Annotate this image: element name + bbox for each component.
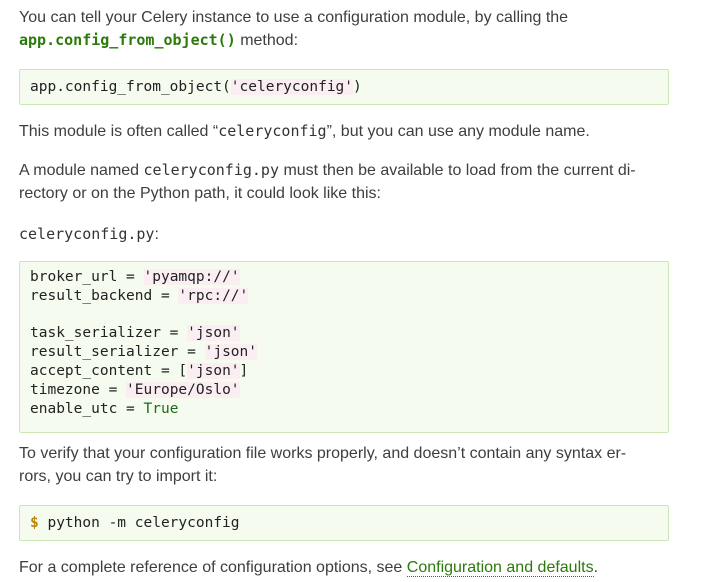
setting-value: 'json' bbox=[204, 344, 257, 361]
setting-value: 'pyamqp://' bbox=[143, 269, 240, 285]
module-name-paragraph: This module is often called “celeryconfi… bbox=[19, 122, 590, 140]
code-string: 'celeryconfig' bbox=[230, 79, 354, 95]
setting-name: enable_utc bbox=[30, 400, 118, 417]
assign-operator: = bbox=[178, 344, 205, 361]
assign-operator: = bbox=[160, 325, 188, 342]
config-line-task-serializer: task_serializer = 'json' bbox=[30, 324, 658, 343]
shell-prompt: $ bbox=[30, 515, 39, 531]
setting-name: task_serializer bbox=[30, 325, 161, 342]
assign-operator: = bbox=[152, 362, 179, 379]
setting-name: timezone bbox=[30, 381, 100, 398]
list-bracket: [ bbox=[178, 362, 188, 379]
verify-paragraph: To verify that your configuration file w… bbox=[19, 445, 627, 485]
filename-code: celeryconfig.py bbox=[19, 225, 155, 243]
code-line: app.config_from_object('celeryconfig') bbox=[30, 79, 362, 95]
config-line-accept-content: accept_content = ['json'] bbox=[30, 362, 658, 381]
load-paragraph: A module named celeryconfig.py must then… bbox=[19, 161, 636, 202]
setting-name: result_serializer bbox=[30, 344, 179, 361]
setting-value: 'json' bbox=[187, 325, 240, 342]
celeryconfig-code: celeryconfig bbox=[218, 122, 327, 140]
setting-name: accept_content bbox=[30, 362, 153, 379]
assign-operator: = bbox=[117, 269, 144, 285]
assign-operator: = bbox=[99, 381, 127, 398]
code-block-config-call[interactable]: app.config_from_object('celeryconfig') bbox=[19, 69, 669, 105]
shell-command-line: $ python -m celeryconfig bbox=[30, 506, 658, 540]
configuration-defaults-link[interactable]: Configuration and defaults bbox=[406, 559, 594, 577]
assign-operator: = bbox=[152, 287, 179, 304]
intro-text: You can tell your Celery instance to use… bbox=[19, 9, 569, 26]
setting-value: 'json' bbox=[187, 362, 240, 379]
setting-value: 'Europe/Oslo' bbox=[126, 381, 240, 398]
config-line-enable-utc: enable_utc = True bbox=[30, 400, 658, 419]
shell-command: python -m celeryconfig bbox=[38, 515, 240, 531]
config-line-broker-url: broker_url = 'pyamqp://' bbox=[30, 268, 658, 287]
config-from-object-code[interactable]: app.config_from_object() bbox=[19, 31, 236, 49]
filename-label: celeryconfig.py: bbox=[19, 225, 159, 243]
reference-paragraph: For a complete reference of configuratio… bbox=[19, 559, 599, 577]
config-line-result-backend: result_backend = 'rpc://' bbox=[30, 287, 658, 306]
setting-value: True bbox=[143, 400, 179, 417]
setting-name: result_backend bbox=[30, 287, 153, 304]
intro-text-after: method: bbox=[235, 32, 299, 49]
assign-operator: = bbox=[117, 400, 144, 417]
code-block-celeryconfig[interactable]: broker_url = 'pyamqp://' result_backend =… bbox=[19, 261, 669, 433]
setting-name: broker_url bbox=[30, 269, 118, 285]
intro-paragraph: You can tell your Celery instance to use… bbox=[19, 6, 669, 52]
code-block-shell-command[interactable]: $ python -m celeryconfig bbox=[19, 505, 669, 541]
config-line-timezone: timezone = 'Europe/Oslo' bbox=[30, 381, 658, 400]
config-line-result-serializer: result_serializer = 'json' bbox=[30, 343, 658, 362]
list-bracket: ] bbox=[239, 362, 249, 379]
setting-value: 'rpc://' bbox=[178, 287, 249, 304]
celeryconfig-py-code: celeryconfig.py bbox=[143, 161, 279, 179]
